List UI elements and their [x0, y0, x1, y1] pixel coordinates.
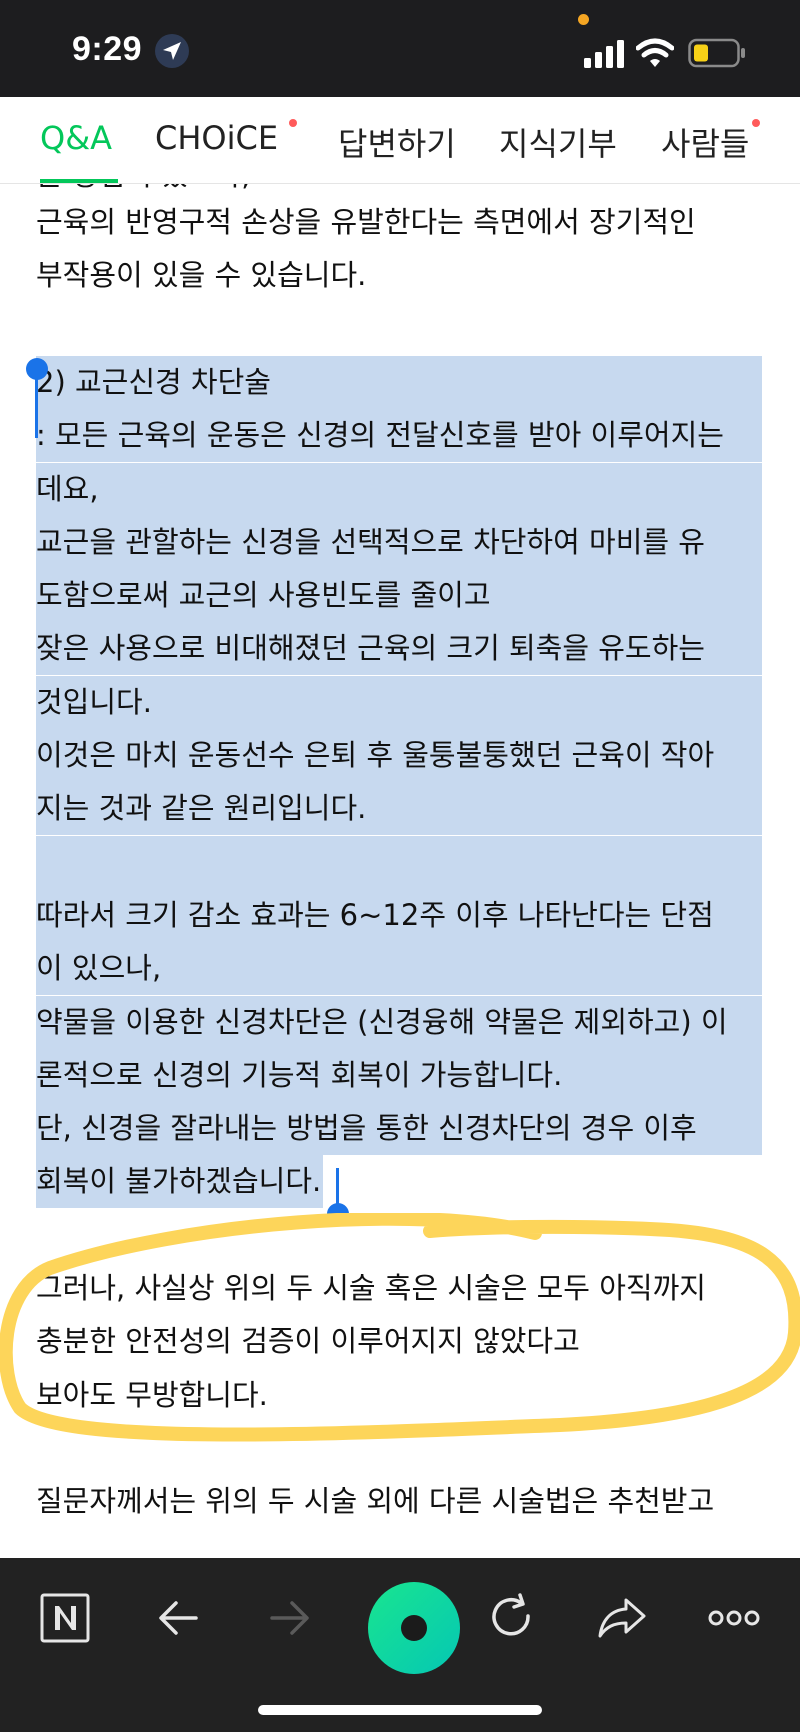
- mic-indicator-dot: [578, 14, 589, 25]
- selection-start-handle[interactable]: [26, 358, 48, 440]
- status-time: 9:29: [72, 30, 143, 68]
- tab-answer[interactable]: 답변하기: [338, 119, 456, 165]
- green-dot-menu-icon[interactable]: [366, 1580, 462, 1676]
- tab-people-new-dot: [752, 119, 760, 127]
- article-line: 도함으로써 교근의 사용빈도를 줄이고: [36, 569, 762, 623]
- tab-choice[interactable]: CHOiCE: [155, 119, 278, 157]
- article-line: : 모든 근육의 운동은 신경의 전달신호를 받아 이루어지는: [36, 409, 762, 463]
- article-line: 잦은 사용으로 비대해졌던 근육의 크기 퇴축을 유도하는: [36, 622, 762, 676]
- article-line: 질문자께서는 위의 두 시술 외에 다른 시술법은 추천받고: [36, 1484, 715, 1519]
- home-indicator: [258, 1705, 542, 1715]
- article-line: 론적으로 신경의 기능적 회복이 가능합니다.: [36, 1048, 762, 1102]
- article-line: 이 있으나,: [36, 942, 762, 996]
- location-arrow-icon: [155, 34, 189, 68]
- refresh-icon[interactable]: [484, 1590, 540, 1646]
- battery-low-icon: [688, 38, 745, 68]
- article-line: 근육의 반영구적 손상을 유발한다는 측면에서 장기적인: [36, 205, 696, 239]
- article-line: 데요,: [36, 462, 762, 516]
- article-line: 2) 교근신경 차단술: [36, 355, 762, 409]
- tab-knowledge-donation[interactable]: 지식기부: [499, 119, 617, 165]
- naver-home-icon[interactable]: [38, 1590, 94, 1646]
- more-options-icon[interactable]: [706, 1590, 762, 1646]
- article-line: 회복이 불가하겠습니다.: [36, 1155, 324, 1209]
- yellow-highlight-circle: [0, 1213, 800, 1442]
- back-arrow-icon[interactable]: [150, 1590, 206, 1646]
- article-line: 부작용이 있을 수 있습니다.: [36, 258, 367, 293]
- cellular-signal-icon: [584, 40, 624, 68]
- article-line: 따라서 크기 감소 효과는 6~12주 이후 나타난다는 단점: [36, 888, 762, 942]
- tab-qna[interactable]: Q&A: [40, 119, 112, 157]
- top-tab-bar: Q&A CHOiCE 답변하기 지식기부 사람들: [0, 97, 800, 184]
- article-line: 교근을 관할하는 신경을 선택적으로 차단하여 마비를 유: [36, 515, 762, 569]
- active-tab-indicator: [40, 179, 118, 183]
- article-line: 단, 신경을 잘라내는 방법을 통한 신경차단의 경우 이후: [36, 1102, 762, 1156]
- tab-people[interactable]: 사람들: [661, 119, 749, 165]
- article-line: 이것은 마치 운동선수 은퇴 후 울퉁불퉁했던 근육이 작아: [36, 729, 762, 782]
- forward-arrow-icon[interactable]: [262, 1590, 318, 1646]
- tab-choice-new-dot: [289, 119, 297, 127]
- share-arrow-icon[interactable]: [594, 1590, 650, 1646]
- answer-content[interactable]: 는 장점이 있으나, 근육의 반영구적 손상을 유발한다는 측면에서 장기적인부…: [0, 183, 800, 1558]
- article-line: 지는 것과 같은 원리입니다.: [36, 782, 762, 836]
- article-line: 것입니다.: [36, 675, 762, 729]
- article-line: [36, 835, 762, 889]
- article-line: 약물을 이용한 신경차단은 (신경융해 약물은 제외하고) 이: [36, 995, 762, 1049]
- wifi-icon: [636, 38, 674, 67]
- status-bar: 9:29: [0, 0, 800, 97]
